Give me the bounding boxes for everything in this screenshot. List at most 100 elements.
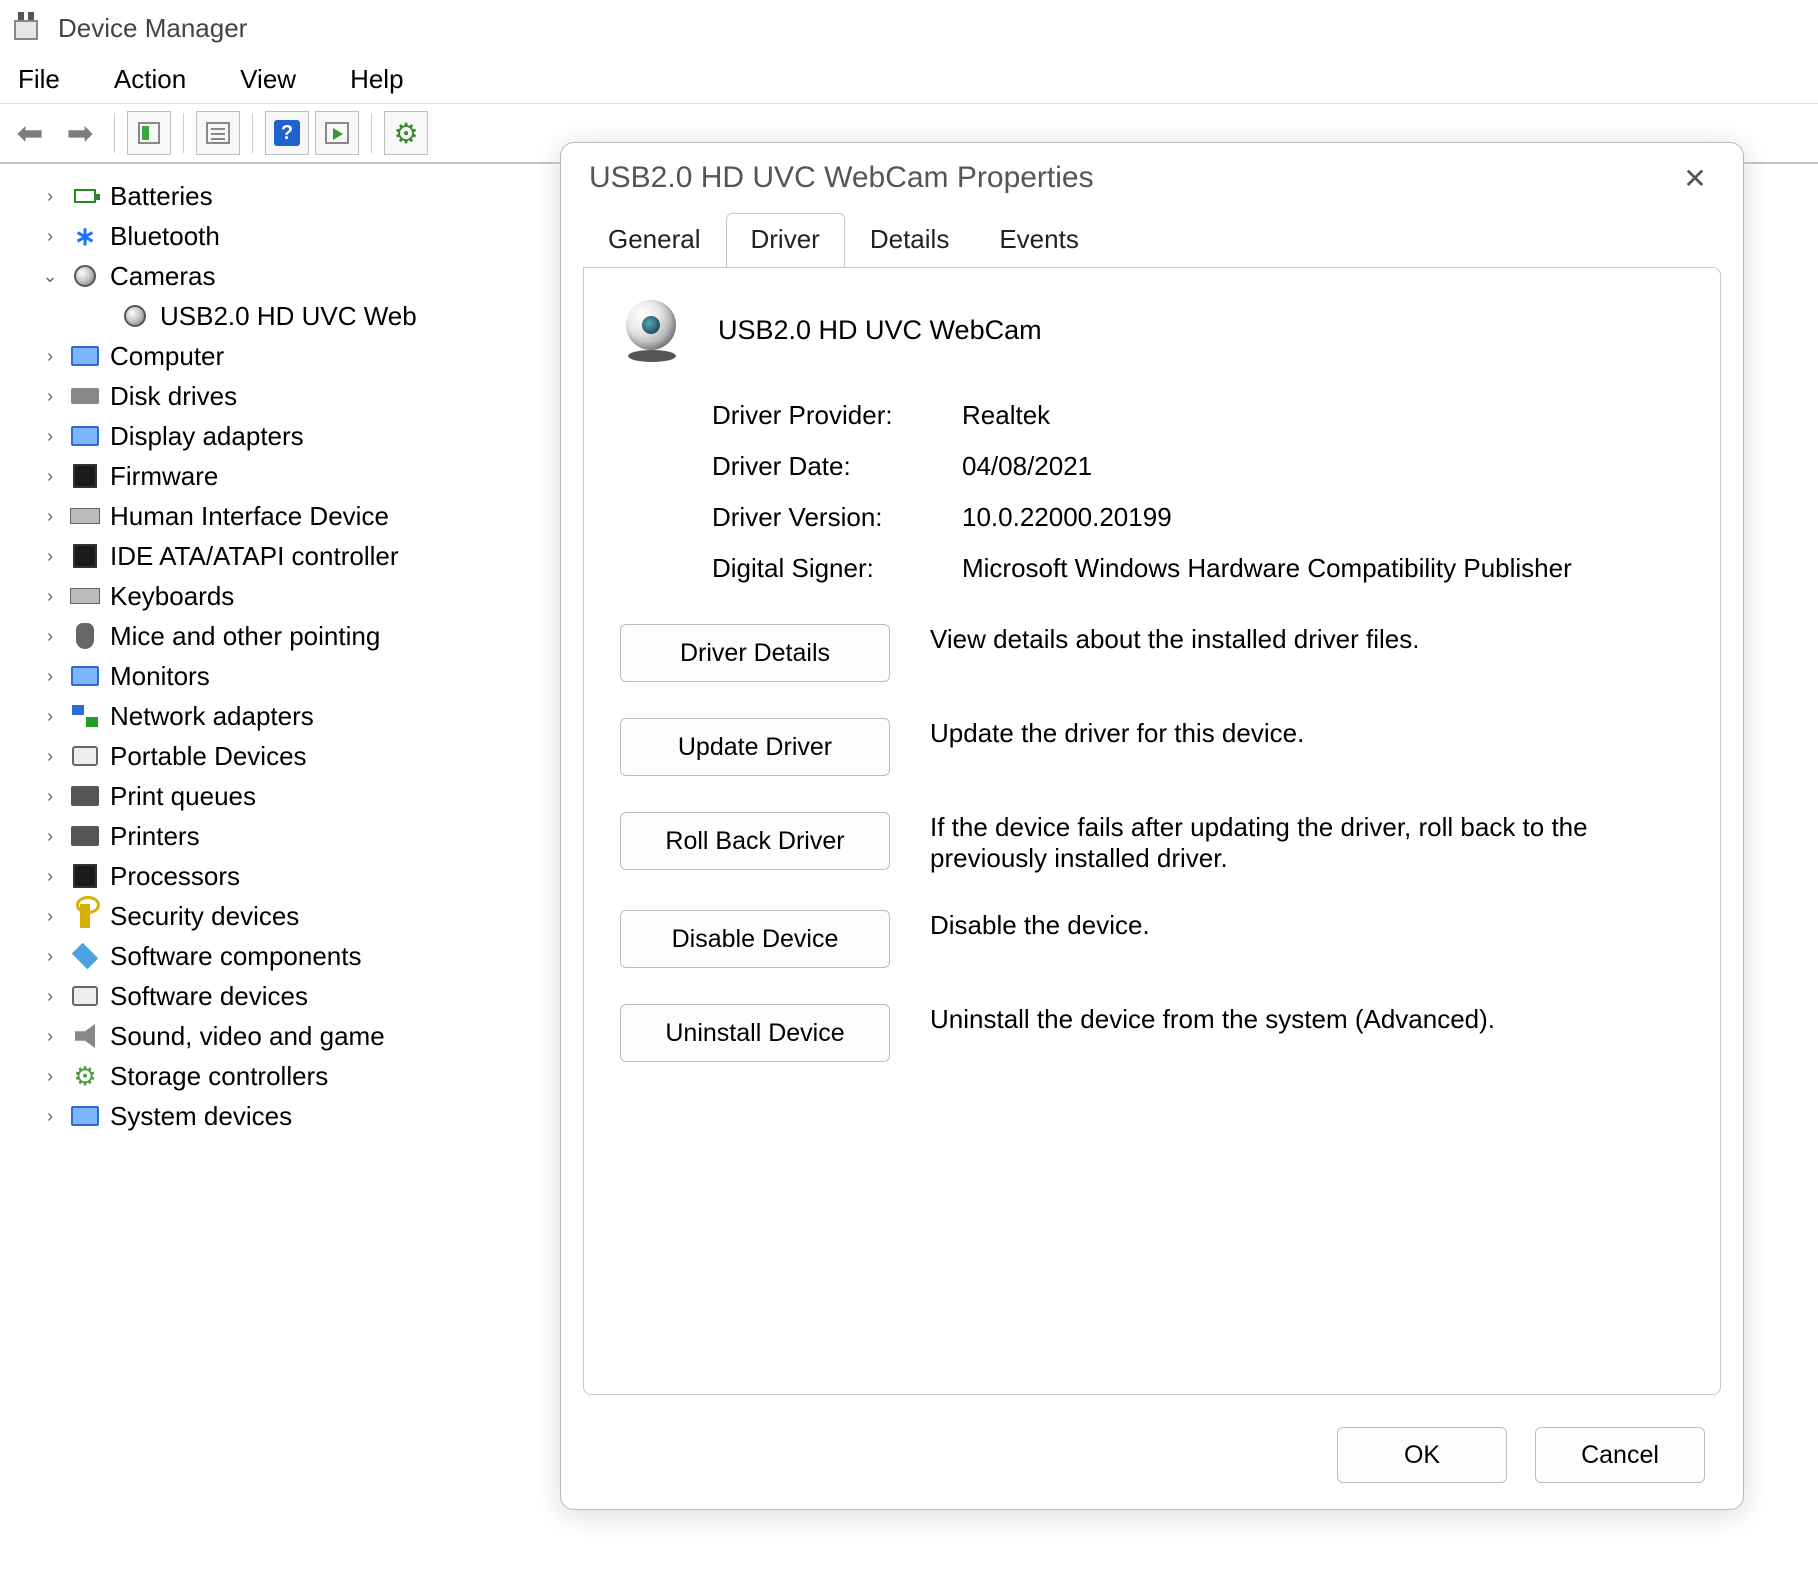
tree-item-label: Monitors [110,661,210,692]
monitor-icon [70,661,100,691]
roll-back-driver-button[interactable]: Roll Back Driver [620,812,890,870]
properties-icon [206,122,230,144]
tree-item-label: Storage controllers [110,1061,328,1092]
tree-item-label: System devices [110,1101,292,1132]
scan-hardware-button[interactable] [315,111,359,155]
ok-button[interactable]: OK [1337,1427,1507,1483]
kbd-icon [70,501,100,531]
arrow-right-icon: ➡ [67,117,94,149]
tree-item-label: Batteries [110,181,213,212]
box-icon [70,981,100,1011]
tree-item-label: Disk drives [110,381,237,412]
net-icon [70,701,100,731]
uninstall-device-description: Uninstall the device from the system (Ad… [930,1004,1684,1035]
chip-icon [70,861,100,891]
show-hidden-button[interactable] [127,111,171,155]
chevron-icon: › [40,746,60,767]
chevron-icon: › [40,986,60,1007]
tab-general[interactable]: General [583,213,726,267]
menu-help[interactable]: Help [338,60,415,99]
tree-item-label: Keyboards [110,581,234,612]
tree-item-label: USB2.0 HD UVC Web [160,301,417,332]
chevron-icon: › [40,786,60,807]
chevron-icon: › [40,906,60,927]
close-button[interactable]: ✕ [1675,162,1715,195]
chevron-icon: › [40,666,60,687]
gear-icon: ⚙ [393,117,418,150]
tree-item-label: Cameras [110,261,215,292]
driver-date-label: Driver Date: [712,451,962,482]
driver-details-description: View details about the installed driver … [930,624,1684,655]
chevron-icon: › [40,706,60,727]
driver-details-button[interactable]: Driver Details [620,624,890,682]
tree-item-label: Printers [110,821,200,852]
close-icon: ✕ [1683,163,1706,194]
kbd-icon [70,581,100,611]
update-driver-toolbar-button[interactable]: ⚙ [384,111,428,155]
mouse-icon [70,621,100,651]
dialog-title: USB2.0 HD UVC WebCam Properties [589,161,1094,195]
driver-provider-value: Realtek [962,400,1684,431]
tab-driver[interactable]: Driver [726,213,845,267]
chevron-icon: › [40,1106,60,1127]
disable-device-button[interactable]: Disable Device [620,910,890,968]
box-icon [70,741,100,771]
tree-item-label: Security devices [110,901,299,932]
speaker-icon [70,1021,100,1051]
menu-view[interactable]: View [228,60,308,99]
webcam-icon [620,298,684,362]
panel-icon [138,122,160,144]
properties-dialog: USB2.0 HD UVC WebCam Properties ✕ Genera… [560,142,1744,1510]
help-button[interactable]: ? [265,111,309,155]
cube-icon [70,941,100,971]
roll-back-driver-description: If the device fails after updating the d… [930,812,1684,874]
disable-device-description: Disable the device. [930,910,1684,941]
chevron-icon: › [40,186,60,207]
tree-item-label: Sound, video and game [110,1021,385,1052]
update-driver-button[interactable]: Update Driver [620,718,890,776]
menu-file[interactable]: File [6,60,72,99]
battery-icon [70,181,100,211]
tab-events[interactable]: Events [974,213,1104,267]
titlebar: Device Manager [0,0,1818,56]
tree-item-label: Display adapters [110,421,304,452]
driver-tab-panel: USB2.0 HD UVC WebCam Driver Provider: Re… [583,267,1721,1395]
properties-button[interactable] [196,111,240,155]
tree-item-label: Network adapters [110,701,314,732]
tree-item-label: Mice and other pointing [110,621,380,652]
driver-provider-label: Driver Provider: [712,400,962,431]
gear-icon: ⚙ [70,1061,100,1091]
tab-details[interactable]: Details [845,213,974,267]
printer-icon [70,821,100,851]
chip-icon [70,541,100,571]
chevron-icon: › [40,546,60,567]
drive-icon [70,381,100,411]
camera-icon [70,261,100,291]
tree-item-label: Human Interface Device [110,501,389,532]
toolbar-separator [371,113,372,153]
menu-action[interactable]: Action [102,60,198,99]
forward-button[interactable]: ➡ [58,111,102,155]
toolbar-separator [183,113,184,153]
chevron-icon: › [40,506,60,527]
back-button[interactable]: ⬅ [8,111,52,155]
monitor-icon [70,1101,100,1131]
tree-item-label: Software devices [110,981,308,1012]
tree-item-label: Computer [110,341,224,372]
tree-item-label: IDE ATA/ATAPI controller [110,541,399,572]
driver-date-value: 04/08/2021 [962,451,1684,482]
digital-signer-label: Digital Signer: [712,553,962,584]
cancel-button[interactable]: Cancel [1535,1427,1705,1483]
tree-item-label: Processors [110,861,240,892]
uninstall-device-button[interactable]: Uninstall Device [620,1004,890,1062]
camera-icon [120,301,150,331]
chevron-icon: › [40,386,60,407]
tree-item-label: Bluetooth [110,221,220,252]
chevron-icon: › [40,466,60,487]
tree-item-label: Firmware [110,461,218,492]
device-name: USB2.0 HD UVC WebCam [718,315,1042,346]
window-title: Device Manager [58,13,247,44]
chevron-icon: › [40,626,60,647]
chevron-icon: › [40,946,60,967]
tree-item-label: Portable Devices [110,741,307,772]
